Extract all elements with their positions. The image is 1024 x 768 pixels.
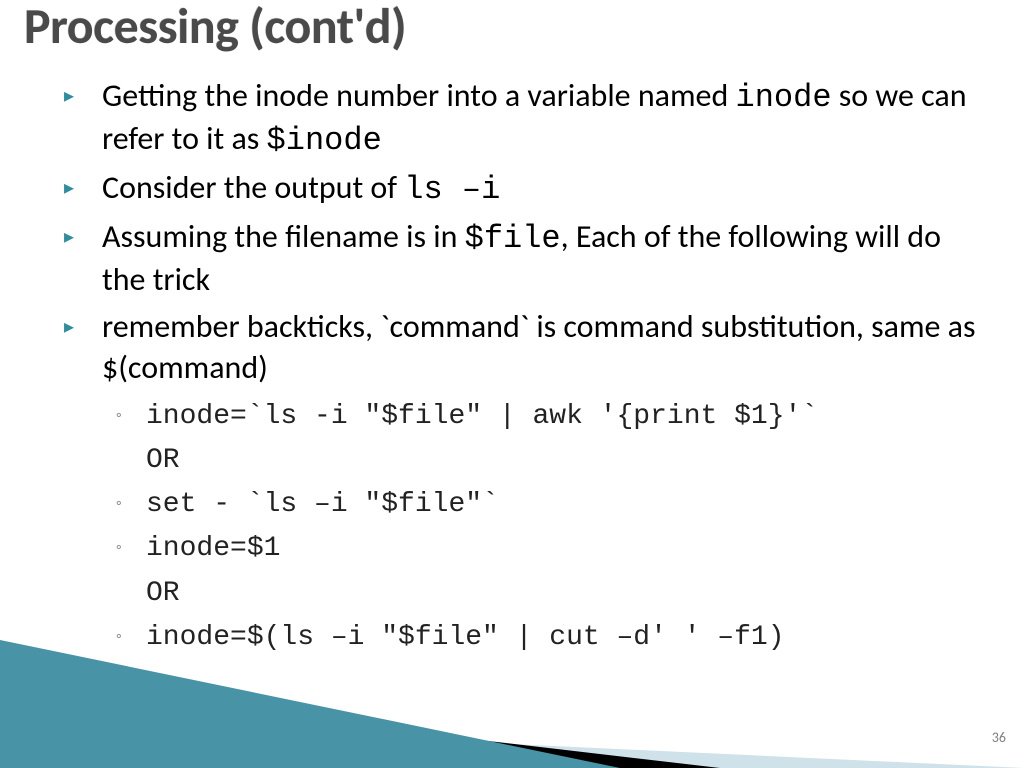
or-separator: OR <box>146 439 980 483</box>
circle-bullet-icon: ◦ <box>116 527 146 569</box>
slide-title: Processing (cont'd) <box>24 0 406 57</box>
sub-item: ◦ inode=`ls -i "$file" | awk '{print $1}… <box>116 395 980 439</box>
triangle-bullet-icon: ▸ <box>60 217 102 257</box>
triangle-bullet-icon: ▸ <box>60 168 102 208</box>
code-line: inode=`ls -i "$file" | awk '{print $1}'` <box>146 395 980 439</box>
bullet-text: Consider the output of ls –i <box>102 168 980 211</box>
slide: Processing (cont'd) ▸ Getting the inode … <box>0 0 1024 768</box>
bullet-text: Assuming the filename is in $file, Each … <box>102 217 980 301</box>
bullet-1: ▸ Getting the inode number into a variab… <box>60 76 980 162</box>
sub-list: ◦ inode=`ls -i "$file" | awk '{print $1}… <box>116 395 980 660</box>
code-line: set - `ls –i "$file"` <box>146 483 980 527</box>
circle-bullet-icon: ◦ <box>116 395 146 437</box>
sub-item: ◦ inode=$1 <box>116 527 980 571</box>
bullet-3: ▸ Assuming the filename is in $file, Eac… <box>60 217 980 301</box>
code-line: inode=$1 <box>146 527 980 571</box>
bullet-text: remember backticks, `command` is command… <box>102 307 980 389</box>
bullet-2: ▸ Consider the output of ls –i <box>60 168 980 211</box>
triangle-bullet-icon: ▸ <box>60 307 102 347</box>
decoration-triangle-teal <box>0 640 620 768</box>
or-separator: OR <box>146 572 980 616</box>
bullet-text: Getting the inode number into a variable… <box>102 76 980 162</box>
bullet-4: ▸ remember backticks, `command` is comma… <box>60 307 980 389</box>
triangle-bullet-icon: ▸ <box>60 76 102 116</box>
circle-bullet-icon: ◦ <box>116 483 146 525</box>
slide-body: ▸ Getting the inode number into a variab… <box>60 76 980 660</box>
page-number: 36 <box>992 729 1006 746</box>
sub-item: ◦ set - `ls –i "$file"` <box>116 483 980 527</box>
